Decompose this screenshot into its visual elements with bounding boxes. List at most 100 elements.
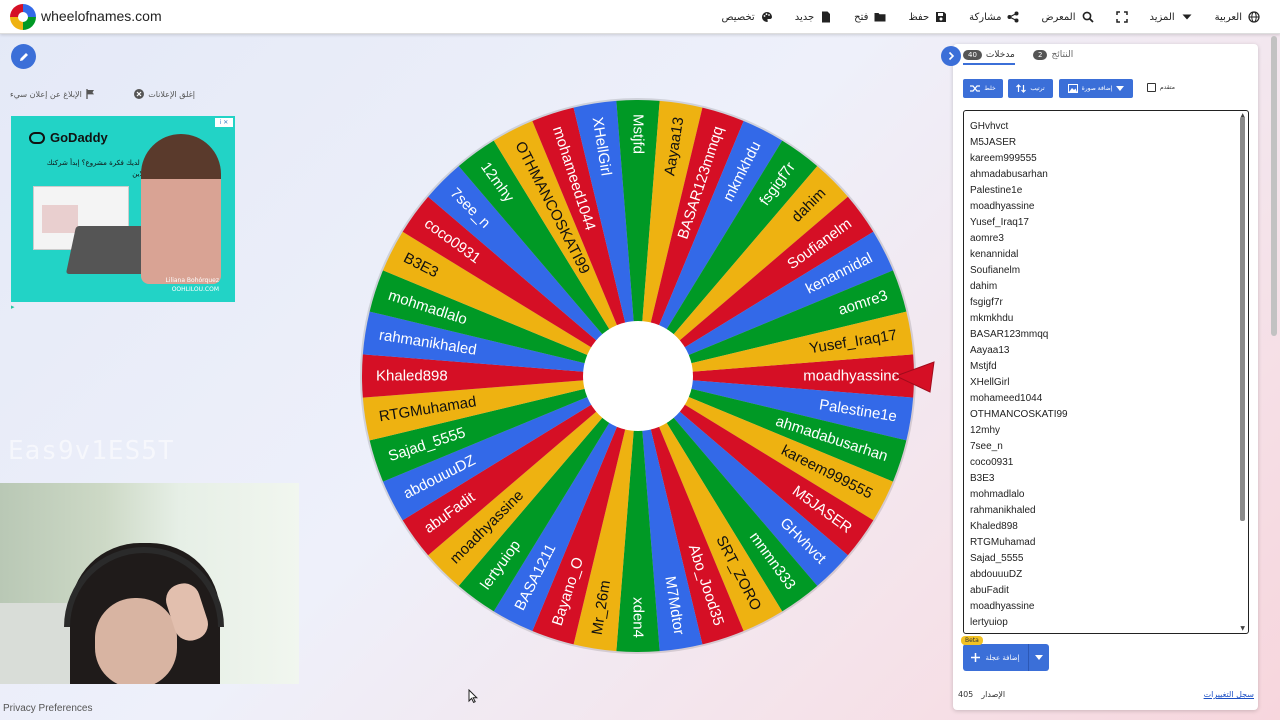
entry-item[interactable]: kenannidal	[970, 247, 1068, 263]
entry-item[interactable]: fsgigf7r	[970, 295, 1068, 311]
report-ad-button[interactable]: الإبلاغ عن إعلان سيء	[10, 89, 95, 99]
add-image-button[interactable]: إضافة صورة	[1059, 79, 1133, 98]
webcam-feed	[0, 483, 299, 684]
ad-brand-name: GoDaddy	[50, 130, 108, 145]
shuffle-button[interactable]: خلط	[963, 79, 1003, 98]
nav-language-label: العربية	[1214, 11, 1242, 23]
close-ads-button[interactable]: إغلق الإعلانات	[134, 89, 195, 99]
spin-wheel[interactable]: moadhyassinePalestine1eahmadabusarhankar…	[340, 92, 940, 672]
entry-item[interactable]: mkmkhdu	[970, 311, 1068, 327]
entry-item[interactable]: M5JASER	[970, 135, 1068, 151]
nav-share[interactable]: مشاركة	[969, 11, 1019, 23]
entry-item[interactable]: Mstjfd	[970, 359, 1068, 375]
entry-item[interactable]: OTHMANCOSKATI99	[970, 407, 1068, 423]
site-title[interactable]: wheelofnames.com	[41, 8, 162, 24]
entry-item[interactable]: Sajad_5555	[970, 551, 1068, 567]
ad-caption-url: OOHLILOU.COM	[171, 286, 219, 293]
ad-person-image	[141, 134, 221, 284]
advanced-checkbox[interactable]	[1147, 83, 1156, 92]
entry-item[interactable]: dahim	[970, 279, 1068, 295]
entries-count-badge: 40	[963, 50, 982, 60]
sort-icon	[1016, 84, 1027, 93]
scroll-down-arrow-icon[interactable]: ▼	[1240, 625, 1245, 632]
entry-item[interactable]: aomre3	[970, 231, 1068, 247]
caret-down-icon	[1116, 85, 1125, 91]
entry-item[interactable]: coco0931	[970, 455, 1068, 471]
tab-results-label: النتائج	[1051, 50, 1074, 60]
privacy-preferences-link[interactable]: Privacy Preferences	[3, 703, 92, 714]
entries-scrollbar[interactable]	[1240, 117, 1245, 629]
nav-gallery-label: المعرض	[1041, 11, 1076, 23]
add-wheel-label: إضافة عجلة	[985, 653, 1020, 662]
tab-entries-label: مدخلات	[985, 50, 1015, 60]
entry-item[interactable]: moadhyassine	[970, 199, 1068, 215]
version-info: 405 الإصدار	[958, 690, 1005, 699]
tab-results[interactable]: 2 النتائج	[1033, 50, 1073, 60]
entry-item[interactable]: XHellGirl	[970, 375, 1068, 391]
flag-icon	[86, 89, 94, 99]
nav-new[interactable]: جديد	[795, 11, 832, 23]
add-wheel-group: Beta إضافة عجلة	[961, 636, 1049, 671]
add-wheel-dropdown-button[interactable]	[1028, 644, 1049, 671]
nav-save[interactable]: حفظ	[908, 11, 947, 23]
entry-item[interactable]: Khaled898	[970, 519, 1068, 535]
close-circle-icon	[134, 89, 145, 99]
nav-open[interactable]: فتح	[854, 11, 886, 23]
nav-more[interactable]: المزيد	[1150, 11, 1193, 23]
close-ads-label: إغلق الإعلانات	[148, 89, 195, 99]
nav-gallery[interactable]: المعرض	[1041, 11, 1094, 23]
sort-button[interactable]: ترتيب	[1008, 79, 1053, 98]
entries-scroll-thumb[interactable]	[1240, 117, 1245, 521]
tab-entries[interactable]: 40 مدخلات	[963, 50, 1015, 65]
mouse-cursor-icon	[468, 689, 478, 703]
globe-icon	[1248, 11, 1260, 23]
page-scrollbar[interactable]	[1271, 36, 1277, 336]
nav-share-label: مشاركة	[969, 11, 1002, 23]
entry-item[interactable]: 12mhy	[970, 423, 1068, 439]
nav-language[interactable]: العربية	[1215, 11, 1260, 23]
file-icon	[822, 11, 831, 23]
fullscreen-icon	[1115, 11, 1128, 23]
entry-item[interactable]: abuFadit	[970, 583, 1068, 599]
image-icon	[1067, 84, 1078, 93]
shuffle-icon	[970, 85, 981, 92]
advanced-toggle[interactable]: متقدم	[1147, 83, 1175, 92]
ad-info-icon[interactable]: i ✕	[215, 118, 233, 127]
entry-item[interactable]: RTGMuhamad	[970, 535, 1068, 551]
entry-item[interactable]: GHvhvct	[970, 119, 1068, 135]
add-wheel-button[interactable]: إضافة عجلة	[963, 644, 1028, 671]
collapse-panel-button[interactable]	[941, 46, 961, 66]
nav-customize[interactable]: تخصيص	[722, 11, 773, 23]
entry-item[interactable]: kareem999555	[970, 151, 1068, 167]
entry-item[interactable]: Palestine1e	[970, 183, 1068, 199]
entry-item[interactable]: mohmadlalo	[970, 487, 1068, 503]
entry-item[interactable]: B3E3	[970, 471, 1068, 487]
entry-item[interactable]: rahmanikhaled	[970, 503, 1068, 519]
nav-open-label: فتح	[854, 11, 869, 23]
entry-item[interactable]: BASAR123mmqq	[970, 327, 1068, 343]
edit-pencil-button[interactable]	[11, 44, 36, 69]
entry-item[interactable]: Soufianelm	[970, 263, 1068, 279]
nav-customize-label: تخصيص	[721, 11, 755, 23]
nav-fullscreen[interactable]	[1115, 11, 1128, 23]
entry-item[interactable]: moadhyassine	[970, 599, 1068, 615]
top-navbar: wheelofnames.com العربية المزيد المعرض مشار…	[0, 0, 1280, 34]
entry-item[interactable]: Aayaa13	[970, 343, 1068, 359]
entry-item[interactable]: 7see_n	[970, 439, 1068, 455]
entry-item[interactable]: ahmadabusarhan	[970, 167, 1068, 183]
entry-item[interactable]: mohameed1044	[970, 391, 1068, 407]
ad-text: هل لديك فكرة مشروع؟ إبدأ شركتك اونلاين	[46, 159, 151, 178]
wheel-center-hub[interactable]	[583, 321, 693, 431]
site-logo[interactable]	[10, 4, 36, 30]
entry-item[interactable]: Yusef_Iraq17	[970, 215, 1068, 231]
entries-panel: 40 مدخلات 2 النتائج خلط ترتيب إضافة صورة…	[953, 44, 1258, 710]
caret-down-icon	[1182, 14, 1192, 20]
entries-textarea[interactable]: GHvhvct M5JASER kareem999555 ahmadabusarhan…	[963, 110, 1249, 634]
changelog-link[interactable]: سجل التغييرات	[1204, 690, 1254, 699]
entry-item[interactable]: lertyuiop	[970, 615, 1068, 631]
version-label: الإصدار	[981, 690, 1006, 699]
nav-save-label: حفظ	[908, 11, 930, 23]
advertisement[interactable]: GoDaddy هل لديك فكرة مشروع؟ إبدأ شركتك ا…	[11, 116, 235, 302]
ad-choices-icon[interactable]: ▸	[11, 303, 15, 311]
entry-item[interactable]: abdouuuDZ	[970, 567, 1068, 583]
